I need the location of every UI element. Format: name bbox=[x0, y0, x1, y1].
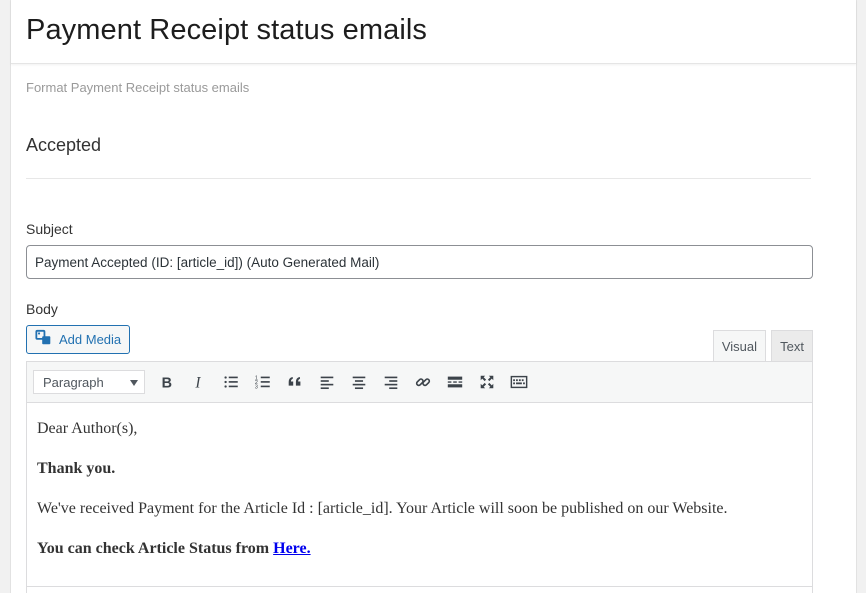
align-right-button[interactable] bbox=[375, 368, 407, 396]
blockquote-icon bbox=[288, 377, 301, 386]
align-left-button[interactable] bbox=[311, 368, 343, 396]
toolbar-toggle-icon bbox=[510, 375, 528, 389]
toolbar-toggle-button[interactable] bbox=[503, 368, 535, 396]
editor-content[interactable]: Dear Author(s), Thank you. We've receive… bbox=[26, 403, 813, 593]
settings-content: Format Payment Receipt status emails Acc… bbox=[11, 80, 856, 593]
add-media-button[interactable]: Add Media bbox=[26, 325, 131, 354]
bold-button[interactable]: B bbox=[151, 368, 183, 396]
tab-text[interactable]: Text bbox=[771, 330, 813, 361]
email-thanks: Thank you. bbox=[37, 460, 116, 477]
read-more-button[interactable] bbox=[439, 368, 471, 396]
email-status-prefix: You can check Article Status from bbox=[37, 540, 274, 557]
italic-button[interactable]: I bbox=[183, 368, 215, 396]
section-description: Format Payment Receipt status emails bbox=[26, 80, 250, 95]
format-select-value: Paragraph bbox=[43, 374, 104, 390]
svg-text:I: I bbox=[194, 374, 201, 391]
align-right-icon bbox=[384, 376, 398, 390]
settings-panel: Payment Receipt status emails Format Pay… bbox=[10, 0, 857, 593]
fullscreen-button[interactable] bbox=[471, 368, 503, 396]
blockquote-button[interactable] bbox=[279, 368, 311, 396]
read-more-icon bbox=[447, 376, 463, 388]
bullet-list-button[interactable] bbox=[215, 368, 247, 396]
svg-text:3: 3 bbox=[255, 384, 258, 390]
status-link[interactable]: Here. bbox=[273, 540, 310, 557]
section-heading: Accepted bbox=[26, 135, 811, 179]
subject-label: Subject bbox=[26, 221, 73, 237]
bullet-list-icon bbox=[224, 376, 238, 388]
email-greeting: Dear Author(s), bbox=[37, 420, 138, 437]
editor-toolbar: Paragraph B I 123 bbox=[26, 361, 813, 403]
insert-link-button[interactable] bbox=[407, 368, 439, 396]
tab-visual[interactable]: Visual bbox=[712, 330, 766, 361]
align-center-button[interactable] bbox=[343, 368, 375, 396]
add-media-label: Add Media bbox=[59, 332, 122, 347]
italic-icon: I bbox=[194, 374, 201, 391]
numbered-list-icon: 123 bbox=[255, 375, 270, 390]
format-select[interactable]: Paragraph bbox=[33, 370, 145, 394]
numbered-list-button[interactable]: 123 bbox=[247, 368, 279, 396]
editor-status-divider bbox=[26, 586, 813, 587]
chevron-down-icon bbox=[130, 380, 138, 386]
page-header: Payment Receipt status emails bbox=[11, 0, 856, 64]
editor-top-bar: Add Media Visual Text bbox=[26, 325, 813, 361]
email-message: We've received Payment for the Article I… bbox=[37, 500, 728, 517]
subject-input[interactable] bbox=[26, 245, 813, 279]
email-status-line: You can check Article Status from Here. bbox=[37, 539, 802, 559]
link-icon bbox=[415, 378, 431, 387]
page-title: Payment Receipt status emails bbox=[26, 14, 428, 46]
body-label: Body bbox=[26, 301, 58, 317]
add-media-icon bbox=[35, 329, 53, 350]
svg-text:B: B bbox=[162, 375, 172, 391]
fullscreen-icon bbox=[480, 375, 494, 389]
align-center-icon bbox=[352, 376, 366, 390]
bold-icon: B bbox=[162, 375, 172, 391]
align-left-icon bbox=[320, 376, 334, 390]
